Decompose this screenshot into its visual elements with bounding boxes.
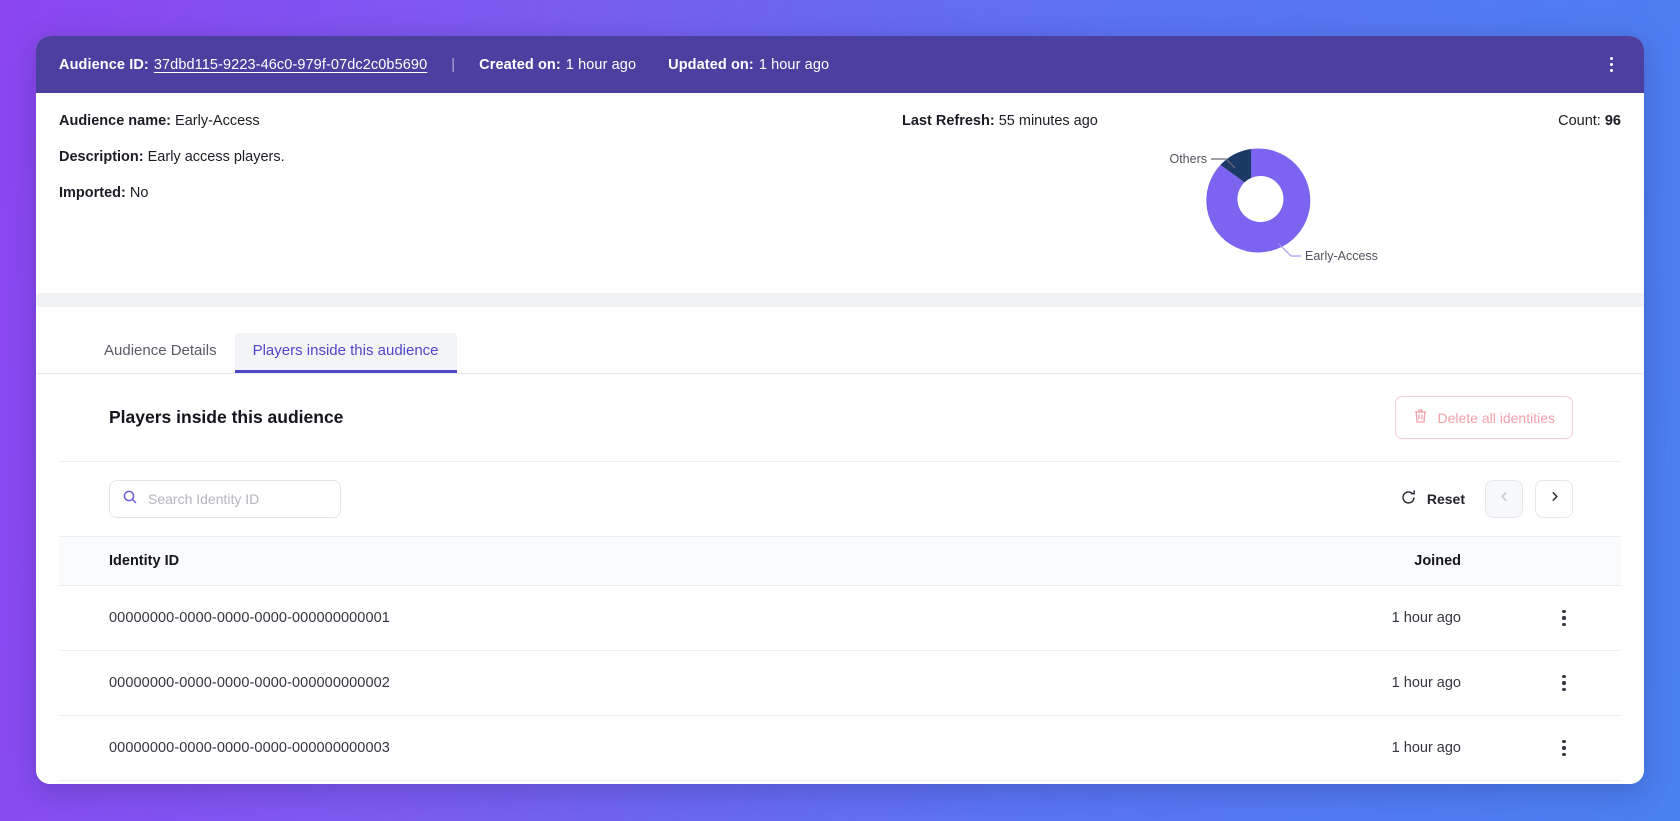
audience-id-value[interactable]: 37dbd115-9223-46c0-979f-07dc2c0b5690 — [154, 57, 427, 73]
cell-identity-id: 00000000-0000-0000-0000-000000000001 — [59, 585, 1067, 651]
audience-name-value: Early-Access — [175, 113, 260, 129]
row-kebab-menu-icon[interactable] — [1551, 735, 1577, 761]
tab-audience-details[interactable]: Audience Details — [86, 333, 235, 373]
row-kebab-menu-icon[interactable] — [1551, 605, 1577, 631]
cell-actions — [1551, 585, 1621, 651]
column-header-actions — [1551, 536, 1621, 586]
audience-header-bar: Audience ID: 37dbd115-9223-46c0-979f-07d… — [36, 36, 1644, 93]
players-toolbar: Reset — [59, 462, 1621, 536]
page-title: Players inside this audience — [109, 407, 344, 427]
updated-on-value: 1 hour ago — [758, 56, 830, 73]
audience-imported-row: Imported: No — [59, 185, 285, 201]
audience-name-label: Audience name: — [59, 113, 171, 129]
audience-summary-section: Audience name: Early-Access Description:… — [36, 93, 1644, 293]
identities-table: Identity ID Joined 00000000-0000-0000-00… — [59, 536, 1621, 781]
audience-meta-list: Audience name: Early-Access Description:… — [59, 113, 285, 221]
cell-actions — [1551, 650, 1621, 716]
search-icon — [122, 489, 138, 510]
audience-imported-value: No — [129, 185, 149, 201]
players-panel: Players inside this audience Delete all … — [36, 374, 1644, 784]
column-header-identity-id: Identity ID — [59, 536, 1067, 586]
audience-description-row: Description: Early access players. — [59, 149, 285, 165]
updated-on-label: Updated on: — [668, 56, 754, 73]
tab-players-inside-this-audience[interactable]: Players inside this audience — [234, 333, 457, 373]
cell-joined: 1 hour ago — [1066, 650, 1551, 716]
search-box[interactable] — [109, 480, 341, 518]
cell-joined: 1 hour ago — [1066, 715, 1551, 781]
audience-description-label: Description: — [59, 149, 144, 165]
count-label: Count: — [1558, 113, 1601, 129]
section-divider — [36, 293, 1644, 307]
delete-all-identities-label: Delete all identities — [1437, 409, 1555, 426]
cell-actions — [1551, 715, 1621, 781]
table-header-row: Identity ID Joined — [59, 536, 1621, 586]
previous-page-button[interactable] — [1485, 480, 1523, 518]
header-separator: | — [451, 56, 456, 73]
identities-table-head: Identity ID Joined — [59, 536, 1621, 586]
players-panel-header: Players inside this audience Delete all … — [59, 374, 1621, 462]
reset-label: Reset — [1426, 491, 1465, 507]
donut-label-early-access: Early-Access — [1305, 249, 1378, 263]
audience-name-row: Audience name: Early-Access — [59, 113, 285, 129]
pagination-controls: Reset — [1392, 480, 1573, 518]
table-row[interactable]: 00000000-0000-0000-0000-000000000002 1 h… — [59, 650, 1621, 716]
audience-id-label: Audience ID: — [59, 56, 149, 73]
audience-header-meta: Audience ID: 37dbd115-9223-46c0-979f-07d… — [59, 57, 829, 73]
trash-icon — [1413, 408, 1428, 427]
next-page-button[interactable] — [1535, 480, 1573, 518]
table-row[interactable]: 00000000-0000-0000-0000-000000000003 1 h… — [59, 715, 1621, 781]
kebab-menu-icon[interactable] — [1598, 52, 1624, 78]
search-input[interactable] — [148, 491, 328, 507]
table-row[interactable]: 00000000-0000-0000-0000-000000000001 1 h… — [59, 585, 1621, 651]
chevron-right-icon — [1548, 490, 1561, 508]
count-row: Count: 96 — [1558, 113, 1621, 129]
last-refresh-row: Last Refresh: 55 minutes ago — [902, 113, 1098, 129]
identities-table-body: 00000000-0000-0000-0000-000000000001 1 h… — [59, 585, 1621, 781]
audience-tabs: Audience Details Players inside this aud… — [36, 307, 1644, 374]
cell-joined: 1 hour ago — [1066, 585, 1551, 651]
refresh-icon — [1400, 489, 1417, 509]
chevron-left-icon — [1498, 490, 1511, 508]
row-kebab-menu-icon[interactable] — [1551, 670, 1577, 696]
last-refresh-value: 55 minutes ago — [998, 113, 1098, 129]
created-on-value: 1 hour ago — [565, 56, 637, 73]
created-on-label: Created on: — [479, 56, 561, 73]
count-value: 96 — [1604, 113, 1621, 129]
audience-detail-card: Audience ID: 37dbd115-9223-46c0-979f-07d… — [36, 36, 1644, 784]
audience-distribution-donut-chart: Others Early-Access — [1151, 111, 1471, 281]
audience-description-value: Early access players. — [147, 149, 285, 165]
cell-identity-id: 00000000-0000-0000-0000-000000000002 — [59, 650, 1067, 716]
cell-identity-id: 00000000-0000-0000-0000-000000000003 — [59, 715, 1067, 781]
audience-imported-label: Imported: — [59, 185, 126, 201]
delete-all-identities-button[interactable]: Delete all identities — [1395, 396, 1573, 439]
donut-label-others: Others — [1169, 152, 1207, 166]
reset-button[interactable]: Reset — [1392, 483, 1473, 515]
last-refresh-label: Last Refresh: — [902, 113, 995, 129]
donut-svg: Others Early-Access — [1169, 148, 1378, 263]
column-header-joined: Joined — [1066, 536, 1551, 586]
